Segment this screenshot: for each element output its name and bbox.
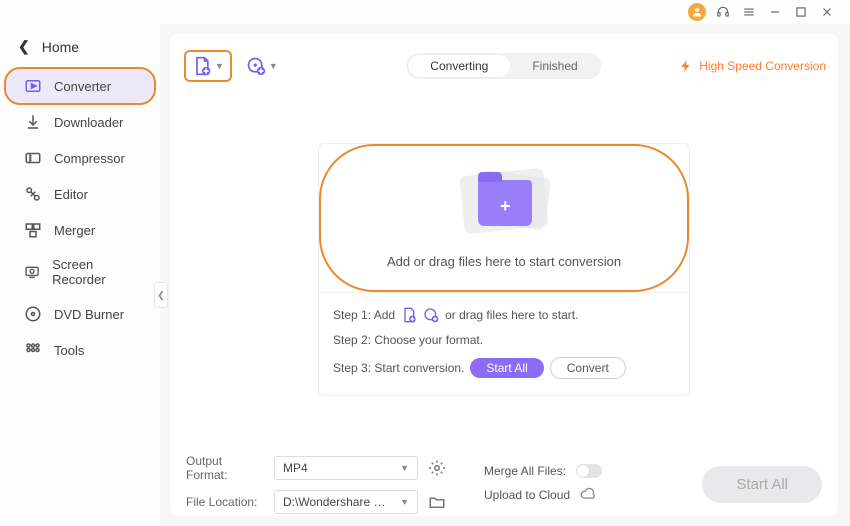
- dvd-icon: [24, 305, 42, 323]
- sidebar-item-converter[interactable]: Converter: [6, 69, 154, 103]
- output-format-select[interactable]: MP4 ▼: [274, 456, 418, 480]
- sidebar-item-label: Tools: [54, 343, 84, 358]
- back-icon: ❮: [18, 38, 30, 55]
- collapse-sidebar-button[interactable]: ❮: [154, 282, 168, 308]
- editor-icon: [24, 185, 42, 203]
- tools-icon: [24, 341, 42, 359]
- main-area: ▼ ▼ Converting Finished High Speed Conve…: [160, 24, 850, 526]
- drop-zone[interactable]: + Add or drag files here to start conver…: [319, 144, 689, 292]
- sidebar-item-label: Converter: [54, 79, 111, 94]
- drop-zone-text: Add or drag files here to start conversi…: [387, 254, 621, 269]
- screen-recorder-icon: [24, 263, 40, 281]
- merge-label: Merge All Files:: [484, 464, 566, 478]
- home-nav[interactable]: ❮ Home: [0, 32, 160, 69]
- file-location-select[interactable]: D:\Wondershare UniConverter 1 ▼: [274, 490, 418, 514]
- file-location-label: File Location:: [186, 495, 264, 509]
- sidebar-item-tools[interactable]: Tools: [6, 333, 154, 367]
- cloud-icon[interactable]: [580, 486, 596, 505]
- toolbar: ▼ ▼ Converting Finished High Speed Conve…: [182, 46, 826, 86]
- tab-converting[interactable]: Converting: [408, 55, 510, 77]
- minimize-button[interactable]: [766, 3, 784, 21]
- drop-card: + Add or drag files here to start conver…: [318, 143, 690, 396]
- tab-group: Converting Finished: [406, 53, 601, 79]
- sidebar-item-merger[interactable]: Merger: [6, 213, 154, 247]
- add-disc-button[interactable]: ▼: [240, 50, 284, 82]
- output-settings-icon[interactable]: [428, 459, 446, 477]
- step3-text: Step 3: Start conversion.: [333, 361, 464, 375]
- footer: Output Format: MP4 ▼ File Location: D:\W…: [182, 452, 826, 516]
- compressor-icon: [24, 149, 42, 167]
- download-icon: [24, 113, 42, 131]
- avatar-icon[interactable]: [688, 3, 706, 21]
- sidebar-item-dvd-burner[interactable]: DVD Burner: [6, 297, 154, 331]
- headset-icon[interactable]: [714, 3, 732, 21]
- add-file-mini-icon: [401, 307, 417, 323]
- sidebar: ❮ Home Converter Downloader Compressor: [0, 24, 160, 526]
- step1-text-b: or drag files here to start.: [445, 308, 578, 322]
- sidebar-item-label: Screen Recorder: [52, 257, 140, 287]
- chevron-down-icon: ▼: [215, 61, 224, 71]
- convert-pill[interactable]: Convert: [550, 357, 626, 379]
- file-location-value: D:\Wondershare UniConverter 1: [283, 495, 393, 509]
- open-folder-icon[interactable]: [428, 493, 446, 511]
- sidebar-item-label: DVD Burner: [54, 307, 124, 322]
- maximize-button[interactable]: [792, 3, 810, 21]
- chevron-down-icon: ▼: [269, 61, 278, 71]
- add-disc-mini-icon: [423, 307, 439, 323]
- start-all-button[interactable]: Start All: [702, 466, 822, 503]
- sidebar-item-editor[interactable]: Editor: [6, 177, 154, 211]
- chevron-down-icon: ▼: [400, 497, 409, 507]
- menu-icon[interactable]: [740, 3, 758, 21]
- chevron-down-icon: ▼: [400, 463, 409, 473]
- output-format-value: MP4: [283, 461, 308, 475]
- tab-finished[interactable]: Finished: [510, 55, 599, 77]
- sidebar-item-compressor[interactable]: Compressor: [6, 141, 154, 175]
- converter-icon: [24, 77, 42, 95]
- sidebar-item-label: Merger: [54, 223, 95, 238]
- sidebar-item-downloader[interactable]: Downloader: [6, 105, 154, 139]
- title-bar: [0, 0, 850, 24]
- sidebar-item-label: Editor: [54, 187, 88, 202]
- step1-text-a: Step 1: Add: [333, 308, 395, 322]
- sidebar-item-label: Downloader: [54, 115, 123, 130]
- folder-icon: +: [456, 166, 552, 236]
- close-button[interactable]: [818, 3, 836, 21]
- sidebar-item-screen-recorder[interactable]: Screen Recorder: [6, 249, 154, 295]
- home-label: Home: [42, 39, 79, 55]
- start-all-pill[interactable]: Start All: [470, 358, 543, 378]
- merge-toggle[interactable]: [576, 464, 602, 478]
- add-file-button[interactable]: ▼: [184, 50, 232, 82]
- high-speed-conversion-button[interactable]: High Speed Conversion: [679, 59, 826, 73]
- sidebar-item-label: Compressor: [54, 151, 125, 166]
- step2-text: Step 2: Choose your format.: [333, 333, 483, 347]
- merger-icon: [24, 221, 42, 239]
- upload-label: Upload to Cloud: [484, 488, 570, 502]
- output-format-label: Output Format:: [186, 454, 264, 482]
- steps: Step 1: Add or drag files here to start.…: [319, 292, 689, 395]
- panel: ▼ ▼ Converting Finished High Speed Conve…: [170, 34, 838, 516]
- center: + Add or drag files here to start conver…: [182, 86, 826, 452]
- high-speed-label: High Speed Conversion: [699, 59, 826, 73]
